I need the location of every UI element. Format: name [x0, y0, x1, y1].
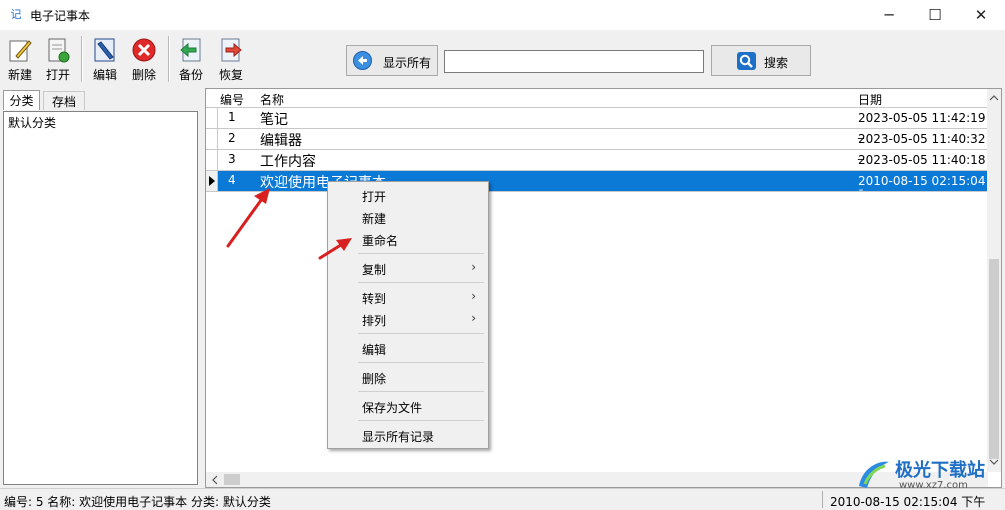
status-record-info: 编号: 5 名称: 欢迎使用电子记事本 分类: 默认分类 — [4, 495, 271, 509]
watermark-text: 极光下载站 — [895, 460, 985, 481]
status-bar: 编号: 5 名称: 欢迎使用电子记事本 分类: 默认分类 2010-08-15 … — [0, 488, 1005, 510]
annotation-arrow-icon — [226, 188, 270, 248]
annotation-arrow-icon — [318, 238, 352, 260]
status-separator — [822, 491, 823, 508]
status-timestamp: 2010-08-15 02:15:04 下午 — [830, 495, 986, 509]
annotation-arrows — [226, 188, 352, 260]
